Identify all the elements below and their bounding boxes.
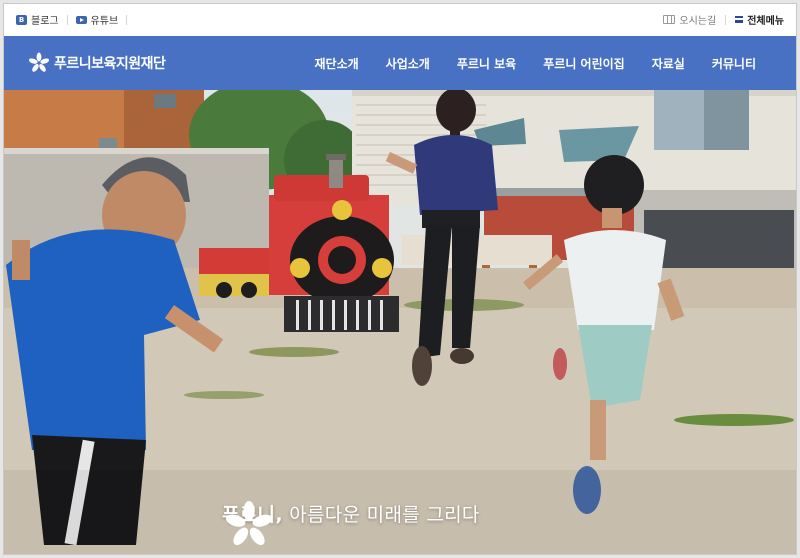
nav-item-community[interactable]: 커뮤니티 <box>712 55 756 72</box>
directions-label: 오시는길 <box>679 16 717 27</box>
blog-label: 블로그 <box>31 16 59 27</box>
nav-item-business[interactable]: 사업소개 <box>386 55 430 72</box>
directions-link[interactable]: 오시는길 <box>663 12 716 27</box>
nav-item-daycare[interactable]: 푸르니 어린이집 <box>543 55 624 72</box>
divider <box>725 14 727 25</box>
logo-icon <box>28 52 50 72</box>
youtube-icon <box>75 15 87 24</box>
blog-link[interactable]: B 블로그 <box>16 12 59 27</box>
divider <box>66 14 68 25</box>
hero-image <box>4 90 796 554</box>
util-actions: 오시는길 전체메뉴 <box>663 12 784 27</box>
site-logo[interactable]: 푸르니보육지원재단 <box>28 52 166 74</box>
sns-links: B 블로그 유튜브 <box>16 12 128 27</box>
youtube-label: 유튜브 <box>90 16 119 27</box>
nav-menu: 재단소개 사업소개 푸르니 보육 푸르니 어린이집 자료실 커뮤니티 <box>315 55 757 72</box>
all-menu-label: 전체메뉴 <box>747 16 784 27</box>
logo-mark-icon <box>226 501 272 546</box>
logo-text: 푸르니보육지원재단 <box>54 56 166 72</box>
nav-item-about[interactable]: 재단소개 <box>315 55 359 72</box>
youtube-link[interactable]: 유튜브 <box>75 12 119 27</box>
nav-item-resources[interactable]: 자료실 <box>652 55 685 72</box>
hero-banner: 푸르니, 아름다운 미래를 그리다 <box>4 90 796 554</box>
tagline-slogan: 아름다운 미래를 그리다 <box>289 504 480 526</box>
all-menu-button[interactable]: 전체메뉴 <box>735 12 784 27</box>
blog-icon: B <box>16 14 27 25</box>
divider <box>126 14 128 25</box>
main-nav: 푸르니보육지원재단 재단소개 사업소개 푸르니 보육 푸르니 어린이집 자료실 … <box>4 36 796 90</box>
hamburger-icon <box>735 16 744 23</box>
utility-bar: B 블로그 유튜브 오시는길 전체메뉴 <box>4 4 796 34</box>
hero-tagline: 푸르니, 아름다운 미래를 그리다 <box>222 500 480 546</box>
map-icon <box>663 15 676 24</box>
nav-item-childcare[interactable]: 푸르니 보육 <box>457 55 516 72</box>
browser-frame: B 블로그 유튜브 오시는길 전체메뉴 푸르니보육지원재단 재단소개 사업소개 … <box>3 3 797 555</box>
